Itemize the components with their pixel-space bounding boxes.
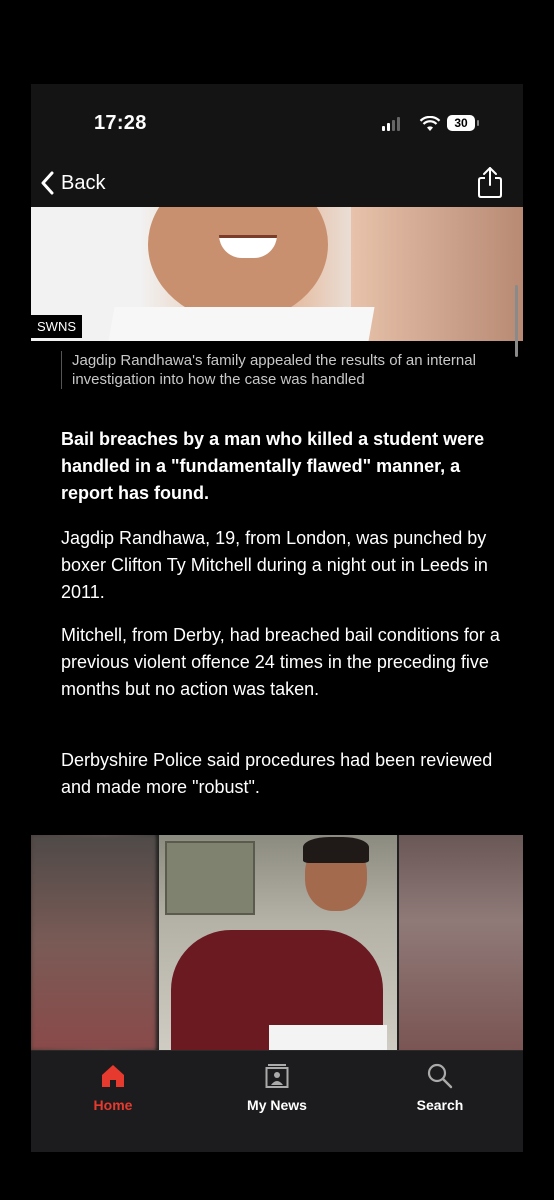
back-button[interactable]: Back: [41, 167, 105, 199]
search-icon: [427, 1063, 453, 1089]
scrollbar[interactable]: [515, 285, 518, 357]
battery-icon: 30: [447, 115, 475, 131]
share-icon[interactable]: [477, 165, 503, 199]
my-news-icon: [265, 1064, 289, 1088]
hero-face: [148, 207, 328, 322]
nav-bar: Back: [31, 159, 523, 207]
video-thumbnail[interactable]: [31, 835, 523, 1050]
hero-collar: [107, 307, 375, 341]
back-label: Back: [61, 171, 106, 194]
tab-search[interactable]: Search: [380, 1059, 500, 1113]
article-content[interactable]: SWNS Jagdip Randhawa's family appealed t…: [31, 207, 523, 1050]
article-paragraph: Mitchell, from Derby, had breached bail …: [61, 625, 500, 699]
video-paper: [269, 1025, 387, 1050]
article-intro: Bail breaches by a man who killed a stud…: [61, 429, 485, 503]
tab-home[interactable]: Home: [53, 1059, 173, 1113]
status-time: 17:28: [94, 112, 147, 134]
article-paragraph: Jagdip Randhawa, 19, from London, was pu…: [61, 528, 488, 602]
video-blur-right: [399, 835, 523, 1050]
phone-screen: 17:28 30 Back SWNS Jagdip Randhawa's fam…: [31, 84, 523, 1152]
image-caption: Jagdip Randhawa's family appealed the re…: [61, 351, 512, 389]
tab-my-news[interactable]: My News: [217, 1059, 337, 1113]
hero-bg-door: [351, 207, 523, 341]
tab-home-label: Home: [93, 1097, 133, 1113]
video-electrical-panel: [165, 841, 255, 915]
tab-my-news-label: My News: [247, 1097, 307, 1113]
chevron-left-icon: [41, 171, 54, 195]
image-credit: SWNS: [31, 315, 82, 338]
video-person-hair: [303, 837, 369, 863]
tab-search-label: Search: [416, 1097, 464, 1113]
wifi-icon: [419, 116, 441, 131]
status-bar: 17:28 30: [31, 84, 523, 159]
video-blur-left: [31, 835, 156, 1050]
cellular-signal-icon: [382, 117, 400, 131]
hero-image: SWNS: [31, 207, 523, 341]
battery-tip: [477, 120, 479, 126]
tab-bar: Home My News Search: [31, 1050, 523, 1152]
home-icon: [102, 1065, 124, 1087]
article-paragraph: Derbyshire Police said procedures had be…: [61, 750, 493, 797]
battery-level: 30: [454, 116, 468, 130]
